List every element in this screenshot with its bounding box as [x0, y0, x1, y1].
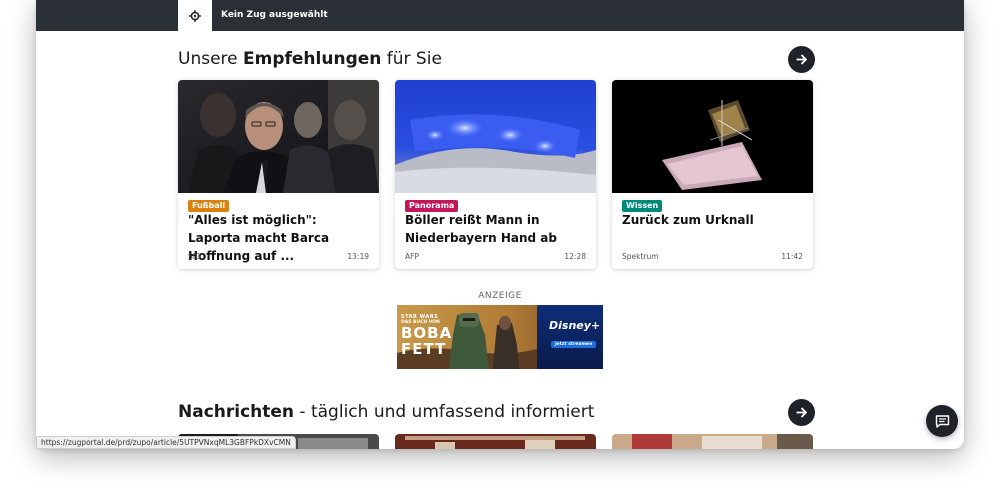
- link-preview-statusbar: https://zugportal.de/prd/zupo/article/5U…: [36, 436, 296, 449]
- browser-window: Kein Zug ausgewählt Unsere Empfehlungen …: [36, 0, 964, 449]
- article-time: 13:19: [347, 252, 369, 261]
- crosshair-icon: [189, 9, 201, 22]
- article-image: [612, 80, 813, 193]
- heading-bold: Nachrichten: [178, 402, 295, 422]
- news-heading: Nachrichten - täglich und umfassend info…: [178, 402, 594, 422]
- article-time: 12:28: [564, 252, 586, 261]
- article-card-boeller[interactable]: Panorama Böller reißt Mann in Niederbaye…: [395, 80, 596, 269]
- train-status-label: Kein Zug ausgewählt: [221, 10, 328, 20]
- heading-prefix: Unsere: [178, 49, 244, 69]
- news-card-thumbnail[interactable]: [395, 434, 596, 449]
- chat-button[interactable]: [926, 405, 958, 437]
- article-card-laporta[interactable]: Fußball "Alles ist möglich": Laporta mac…: [178, 80, 379, 269]
- recommendations-more-button[interactable]: [788, 46, 815, 73]
- heading-bold: Empfehlungen: [243, 49, 382, 69]
- heading-suffix: - täglich und umfassend informiert: [294, 402, 595, 422]
- ad-title-line2: FETT: [401, 340, 447, 358]
- ad-title-line1: BOBA: [401, 324, 453, 342]
- recommendations-heading: Unsere Empfehlungen für Sie: [178, 49, 442, 69]
- heading-suffix: für Sie: [381, 49, 442, 69]
- article-source: Spektrum: [622, 252, 659, 261]
- ad-label: ANZEIGE: [478, 291, 522, 301]
- news-more-button[interactable]: [788, 399, 815, 426]
- ad-banner-boba-fett[interactable]: STAR WARS DAS BUCH VON BOBA FETT Disney+…: [397, 305, 603, 369]
- article-source: AFP: [405, 252, 419, 261]
- locate-train-button[interactable]: [178, 0, 212, 31]
- arrow-right-icon: [796, 54, 808, 65]
- article-card-urknall[interactable]: Wissen Zurück zum Urknall Spektrum 11:42: [612, 80, 813, 269]
- article-time: 11:42: [781, 252, 803, 261]
- article-title: Böller reißt Mann in Niederbayern Hand a…: [405, 213, 557, 245]
- news-card-thumbnail[interactable]: [612, 434, 813, 449]
- arrow-right-icon: [796, 407, 808, 418]
- article-image: [178, 80, 379, 193]
- article-title: Zurück zum Urknall: [622, 213, 754, 227]
- article-title: "Alles ist möglich": Laporta macht Barca…: [188, 213, 330, 263]
- article-image: [395, 80, 596, 193]
- top-bar: Kein Zug ausgewählt: [36, 0, 964, 31]
- ad-cta-button[interactable]: Jetzt streamen: [551, 341, 597, 348]
- disney-plus-logo: Disney+: [549, 319, 601, 332]
- article-source: SID: [188, 252, 201, 261]
- chat-icon: [935, 414, 949, 428]
